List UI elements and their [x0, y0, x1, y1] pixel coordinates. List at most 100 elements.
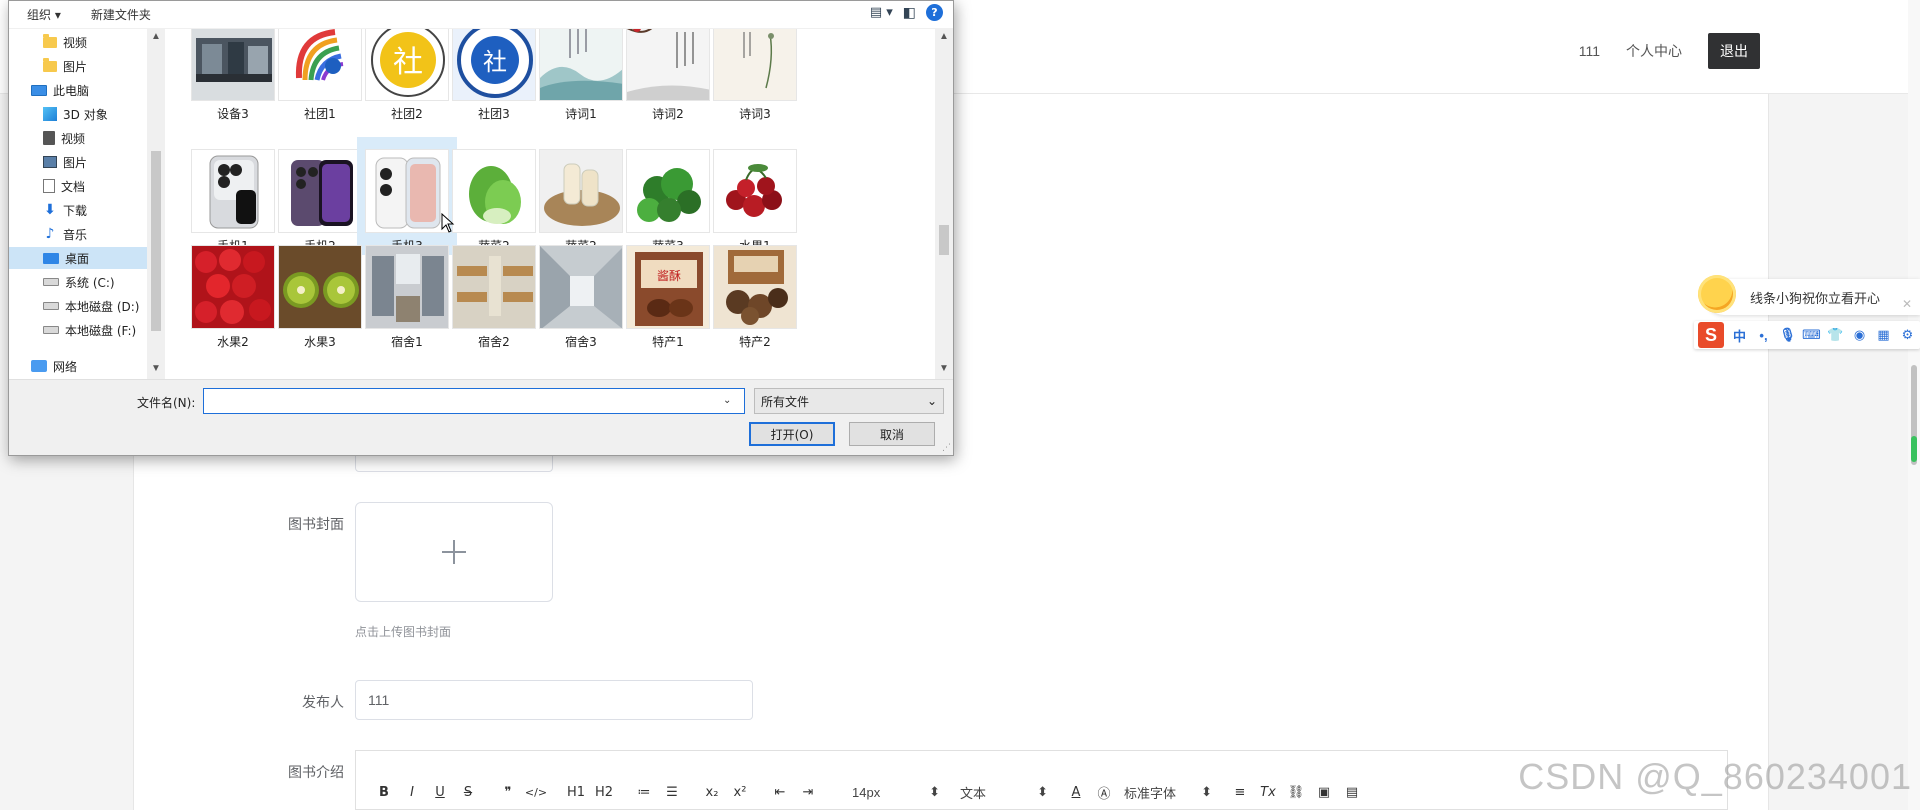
file-tile[interactable]: 宿舍2: [444, 233, 544, 351]
clear-format-button[interactable]: Tx: [1254, 780, 1282, 804]
organize-menu[interactable]: 组织 ▾: [9, 6, 71, 23]
outdent-button[interactable]: ⇤: [766, 780, 794, 804]
file-tile[interactable]: 诗词2: [618, 29, 718, 135]
file-tile[interactable]: 诗词1: [531, 29, 631, 135]
filename-input[interactable]: [203, 388, 745, 414]
nav-item[interactable]: 图片: [43, 55, 87, 77]
quote-button[interactable]: ❞: [494, 780, 522, 804]
new-folder-button[interactable]: 新建文件夹: [71, 6, 161, 23]
file-tile[interactable]: 社社团2: [357, 29, 457, 135]
filename-history-chevron-icon[interactable]: ⌄: [723, 395, 731, 406]
font-color-icon[interactable]: A: [1062, 780, 1090, 804]
scroll-down-icon[interactable]: ▼: [151, 363, 161, 374]
help-icon[interactable]: ?: [926, 4, 943, 21]
scroll-up-icon[interactable]: ▲: [939, 31, 949, 42]
logout-button[interactable]: 退出: [1708, 33, 1760, 69]
nav-item[interactable]: 视频: [43, 31, 87, 53]
subscript-button[interactable]: x₂: [698, 780, 726, 804]
profile-link[interactable]: 个人中心: [1626, 41, 1682, 61]
bullet-list-button[interactable]: ☰: [658, 780, 686, 804]
file-tile[interactable]: 社社团3: [444, 29, 544, 135]
file-name: 宿舍3: [565, 335, 597, 349]
nav-item[interactable]: 图片: [43, 151, 87, 173]
preview-pane-icon[interactable]: ◧: [903, 5, 916, 21]
open-button[interactable]: 打开(O): [749, 422, 835, 446]
page-scrollbar[interactable]: [1908, 0, 1920, 810]
specialty-box-thumbnail: 酱酥: [626, 245, 710, 329]
ordered-list-button[interactable]: ≔: [630, 780, 658, 804]
nav-item[interactable]: 系统 (C:): [43, 271, 115, 293]
block-type-select[interactable]: 文本 ⬍: [954, 783, 1054, 802]
image-icon[interactable]: ▣: [1310, 780, 1338, 804]
nav-item[interactable]: ⬇ 下载: [43, 199, 87, 221]
file-tile[interactable]: 水果2: [183, 233, 283, 351]
underline-button[interactable]: U: [426, 780, 454, 804]
settings-icon[interactable]: ⚙: [1899, 327, 1916, 344]
italic-button[interactable]: I: [398, 780, 426, 804]
file-tile[interactable]: 社团1: [270, 29, 370, 135]
apps-icon[interactable]: ▦: [1875, 327, 1892, 344]
ime-tip-bubble[interactable]: 线条小狗祝你立看开心 ✕: [1706, 279, 1920, 315]
code-button[interactable]: </>: [522, 780, 550, 804]
h1-button[interactable]: H1: [562, 780, 590, 804]
file-tile[interactable]: 水果3: [270, 233, 370, 351]
chinese-mode-toggle[interactable]: 中: [1731, 327, 1748, 344]
nav-scroll-thumb[interactable]: [151, 151, 161, 331]
nav-item[interactable]: 视频: [43, 127, 85, 149]
font-family-select[interactable]: 标准字体 ⬍: [1118, 783, 1218, 802]
publisher-input[interactable]: 111: [355, 680, 753, 720]
align-button[interactable]: ≡: [1226, 780, 1254, 804]
skin-icon[interactable]: 👕: [1827, 327, 1844, 344]
resize-grip-icon[interactable]: ⋰: [942, 442, 951, 453]
nav-scrollbar[interactable]: ▲ ▼: [147, 29, 165, 379]
strike-button[interactable]: S: [454, 780, 482, 804]
superscript-button[interactable]: x²: [726, 780, 754, 804]
sogou-logo-icon[interactable]: S: [1698, 322, 1724, 348]
cancel-button[interactable]: 取消: [849, 422, 935, 446]
nav-item[interactable]: 本地磁盘 (F:): [43, 319, 136, 341]
publisher-value: 111: [368, 692, 390, 708]
user-nav: 111 个人中心 退出: [1579, 33, 1760, 69]
select-arrows-icon: ⬍: [1037, 784, 1048, 799]
nav-item[interactable]: ♪ 音乐: [43, 223, 87, 245]
file-tile[interactable]: 特产2: [705, 233, 805, 351]
cover-label: 图书封面: [288, 516, 344, 532]
h2-button[interactable]: H2: [590, 780, 618, 804]
video-icon[interactable]: ▤: [1338, 780, 1366, 804]
file-tile[interactable]: 设备3: [183, 29, 283, 135]
file-name: 特产1: [652, 335, 684, 349]
background-color-icon[interactable]: Ⓐ: [1090, 780, 1118, 804]
nav-item[interactable]: 桌面: [9, 247, 147, 269]
file-tile[interactable]: 酱酥特产1: [618, 233, 718, 351]
file-scroll-thumb[interactable]: [939, 225, 949, 255]
keyboard-icon[interactable]: ⌨: [1802, 327, 1821, 344]
cover-upload-button[interactable]: [355, 502, 553, 602]
nav-item[interactable]: 本地磁盘 (D:): [43, 295, 139, 317]
link-icon[interactable]: ⛓: [1282, 780, 1310, 804]
nav-item[interactable]: 文档: [43, 175, 85, 197]
mic-icon[interactable]: 🎙: [1779, 327, 1796, 344]
nav-item-label: 图片: [63, 59, 88, 74]
view-mode-icon[interactable]: ▤ ▾: [870, 5, 893, 20]
filetype-select[interactable]: 所有文件 ⌄: [754, 388, 944, 414]
file-tile[interactable]: 宿舍3: [531, 233, 631, 351]
nav-item[interactable]: 3D 对象: [43, 103, 108, 125]
file-tile[interactable]: 诗词3: [705, 29, 805, 135]
punct-icon[interactable]: •,: [1755, 327, 1772, 344]
font-size-select[interactable]: 14px ⬍: [846, 784, 946, 800]
nav-item[interactable]: 网络: [31, 355, 77, 377]
dialog-bottom-bar: 文件名(N): ⌄ 所有文件 ⌄ 打开(O) 取消 ⋰: [9, 379, 953, 455]
bold-button[interactable]: B: [370, 780, 398, 804]
nav-item[interactable]: 此电脑: [31, 79, 89, 101]
poem-landscape-thumbnail: [539, 29, 623, 101]
scroll-indicator: [1911, 436, 1917, 462]
close-icon[interactable]: ✕: [1902, 297, 1912, 311]
scroll-down-icon[interactable]: ▼: [939, 363, 949, 374]
file-tile[interactable]: 宿舍1: [357, 233, 457, 351]
dorm-hall-thumbnail: [539, 245, 623, 329]
scroll-up-icon[interactable]: ▲: [151, 31, 161, 42]
game-icon[interactable]: ◉: [1851, 327, 1868, 344]
file-scrollbar[interactable]: ▲ ▼: [935, 29, 953, 379]
ime-toolbar: 线条小狗祝你立看开心 ✕ S 中 •, 🎙 ⌨ 👕 ◉ ▦ ⚙: [1686, 271, 1920, 351]
indent-button[interactable]: ⇥: [794, 780, 822, 804]
